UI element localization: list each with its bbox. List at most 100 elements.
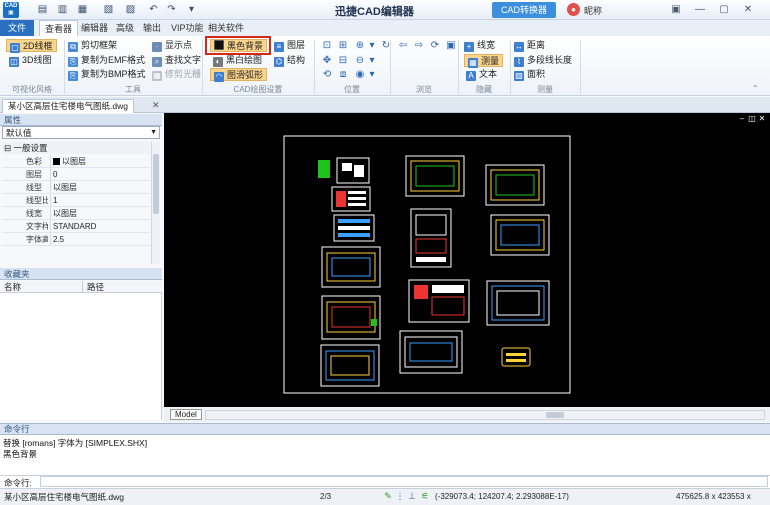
tab-related-software[interactable]: 相关软件 — [203, 20, 249, 36]
copy-bmp-icon: ⎘ — [68, 71, 78, 81]
text-toggle[interactable]: A 文本 — [466, 68, 497, 81]
prop-row-color[interactable]: 色彩 以图层 — [2, 155, 150, 168]
minimize-icon[interactable]: — — [692, 2, 708, 17]
distance-button[interactable]: ↔ 距离 — [514, 39, 545, 52]
fit-icon[interactable]: ⊟ — [337, 55, 349, 67]
zoom-in-icon[interactable]: ⊕ — [354, 40, 366, 52]
horizontal-scrollbar[interactable] — [205, 410, 765, 420]
command-input[interactable] — [40, 476, 768, 487]
canvas-minimize-icon[interactable]: – — [738, 115, 746, 123]
structure-icon: ⌬ — [274, 57, 284, 67]
zoom-in-dropdown-icon[interactable]: ▾ — [366, 40, 378, 52]
canvas-restore-icon[interactable]: ◫ — [748, 115, 756, 123]
layers-button[interactable]: ≡ 图层 — [274, 39, 305, 52]
status-coordinates: (-329073.4; 124207.4; 2.293088E-17) — [435, 492, 569, 501]
maximize-icon[interactable]: ▢ — [716, 2, 732, 17]
forward-icon[interactable]: ⇨ — [413, 40, 425, 52]
redo-icon[interactable]: ↷ — [165, 3, 178, 16]
print-icon[interactable]: ▧ — [102, 3, 115, 16]
ortho-icon[interactable]: ⊥ — [407, 491, 417, 501]
trim-raster-button[interactable]: ▦ 修剪光栅 — [152, 68, 201, 81]
refresh-icon[interactable]: ⟳ — [429, 40, 441, 52]
zoom-extent-icon[interactable]: ⊞ — [337, 40, 349, 52]
tab-advanced[interactable]: 高级 — [111, 20, 139, 36]
skin-icon[interactable]: ▣ — [668, 2, 684, 17]
model-tab[interactable]: Model — [170, 409, 202, 420]
wireframe-2d-icon: ▢ — [10, 43, 20, 53]
scrollbar-thumb[interactable] — [546, 412, 564, 418]
tab-file[interactable]: 文件 — [0, 20, 34, 36]
collapse-ribbon-icon[interactable]: ⌃ — [752, 84, 759, 93]
scrollbar-thumb[interactable] — [153, 154, 159, 214]
save-icon[interactable]: ▦ — [76, 3, 89, 16]
find-text-icon: ⌕ — [152, 57, 162, 67]
browse-folder-icon[interactable]: ▣ — [445, 40, 457, 52]
wireframe-2d-button[interactable]: ▢ 2D线框 — [6, 39, 57, 53]
column-name[interactable]: 名称 — [4, 281, 21, 293]
grid-icon[interactable]: ⋮ — [395, 491, 405, 501]
collapse-section-icon[interactable]: ⊟ — [4, 143, 11, 153]
area-button[interactable]: ▧ 面积 — [514, 68, 545, 81]
find-text-button[interactable]: ⌕ 查找文字 — [152, 54, 201, 67]
close-icon[interactable]: ✕ — [740, 2, 756, 17]
distance-icon: ↔ — [514, 42, 524, 52]
back-icon[interactable]: ⇦ — [397, 40, 409, 52]
command-history-line: 黑色背景 — [3, 449, 38, 459]
polar-icon[interactable]: ⚟ — [420, 491, 430, 501]
quick-access-dropdown-icon[interactable]: ▾ — [185, 3, 198, 16]
new-file-icon[interactable]: ▤ — [36, 3, 49, 16]
line-width-toggle[interactable]: + 线宽 — [464, 39, 495, 52]
measure-toggle[interactable]: ▦ 测量 — [464, 54, 504, 68]
tab-viewer[interactable]: 查看器 — [39, 20, 79, 36]
orbit-icon[interactable]: ⟲ — [321, 69, 333, 81]
tab-output[interactable]: 输出 — [138, 20, 166, 36]
favorites-list[interactable] — [0, 293, 162, 420]
copy-emf-button[interactable]: ⎘ 复制为EMF格式 — [68, 54, 145, 67]
ribbon-separator — [580, 40, 581, 94]
column-path[interactable]: 路径 — [82, 281, 160, 293]
view-icon[interactable]: ◉ — [354, 69, 366, 81]
property-selector[interactable]: 默认值 ▼ — [2, 126, 160, 139]
undo-icon[interactable]: ↶ — [147, 3, 160, 16]
copy-bmp-button[interactable]: ⎘ 复制为BMP格式 — [68, 68, 146, 81]
group-label-hide: 隐藏 — [476, 85, 492, 94]
canvas-close-icon[interactable]: ✕ — [758, 115, 766, 123]
print-preview-icon[interactable]: ▨ — [124, 3, 137, 16]
open-file-icon[interactable]: ▥ — [56, 3, 69, 16]
group-label-browse: 浏览 — [416, 85, 432, 94]
view-dropdown-icon[interactable]: ▾ — [366, 69, 378, 81]
zoom-window-icon[interactable]: ⊡ — [321, 40, 333, 52]
polyline-length-button[interactable]: ⌇ 多段线长度 — [514, 54, 572, 67]
zoom-out-icon[interactable]: ⊖ — [354, 55, 366, 67]
document-tab[interactable]: 某小区高层住宅楼电气图纸.dwg — [2, 99, 134, 113]
status-page: 2/3 — [320, 492, 332, 501]
user-avatar-icon[interactable]: ● — [567, 3, 580, 16]
prop-row-linetype[interactable]: 线型 以图层 — [2, 181, 150, 194]
tab-editor[interactable]: 编辑器 — [76, 20, 113, 36]
snap-icon[interactable]: ✎ — [383, 491, 393, 501]
properties-scrollbar[interactable] — [151, 142, 160, 264]
pan-icon[interactable]: ✥ — [321, 55, 333, 67]
wireframe-3d-button[interactable]: ◫ 3D线图 — [9, 54, 52, 67]
close-document-icon[interactable]: ✕ — [152, 100, 160, 111]
bw-drawing-button[interactable]: ◐ 黑白绘图 — [213, 54, 262, 67]
prop-row-text-style[interactable]: 文字样 STANDARD — [2, 220, 150, 233]
general-settings-section[interactable]: ⊟ 一般设置 — [2, 142, 150, 154]
show-points-button[interactable]: · 显示点 — [152, 39, 192, 52]
user-name[interactable]: 昵称 — [584, 4, 602, 17]
cad-converter-button[interactable]: CAD转换器 — [492, 2, 556, 18]
prop-row-layer[interactable]: 图层 0 — [2, 168, 150, 181]
color-swatch — [53, 158, 60, 165]
drawing-canvas[interactable] — [164, 113, 770, 407]
prop-row-text-height[interactable]: 字体高 2.5 — [2, 233, 150, 246]
zoom-out-dropdown-icon[interactable]: ▾ — [366, 55, 378, 67]
structure-button[interactable]: ⌬ 结构 — [274, 54, 305, 67]
prop-row-linetype-scale[interactable]: 线型比 1 — [2, 194, 150, 207]
favorites-table-header: 名称 路径 — [0, 281, 162, 293]
prop-row-lineweight[interactable]: 线宽 以图层 — [2, 207, 150, 220]
measure-toggle-icon: ▦ — [468, 58, 478, 68]
wireframe-3d-icon: ◫ — [9, 57, 19, 67]
smooth-arc-button[interactable]: ◠ 图滑弧形 — [210, 68, 268, 82]
clip-frame-button[interactable]: ⧉ 剪切框架 — [68, 39, 117, 52]
view-3d-icon[interactable]: ⧈ — [337, 69, 349, 81]
